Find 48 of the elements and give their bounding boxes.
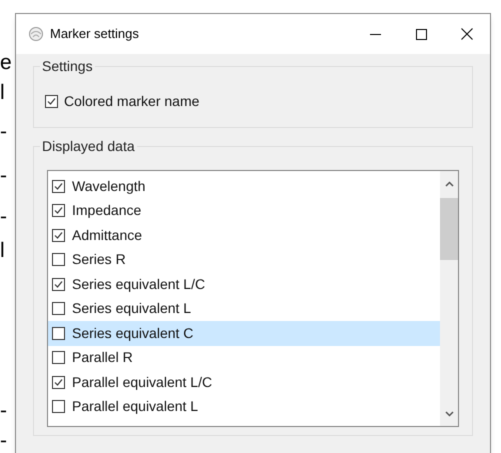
background-text: e	[0, 52, 12, 73]
list-item[interactable]: Series equivalent L	[48, 296, 440, 321]
background-text: l	[0, 82, 5, 103]
scrollbar[interactable]	[440, 171, 458, 426]
checkbox-label[interactable]: Colored marker name	[64, 91, 200, 112]
checked-checkbox[interactable]	[52, 180, 65, 193]
background-text: -	[0, 430, 7, 451]
background-text: l	[0, 240, 5, 261]
list-item[interactable]: Parallel equivalent L/C	[48, 370, 440, 394]
checked-checkbox[interactable]	[52, 278, 65, 291]
background-text: -	[0, 165, 7, 186]
checkbox[interactable]	[52, 326, 65, 340]
checkbox[interactable]	[52, 302, 65, 316]
list-item[interactable]: Parallel R	[48, 346, 440, 370]
window-title: Marker settings	[50, 25, 139, 44]
item-label: Series equivalent L/C	[72, 274, 206, 294]
item-label: Wavelength	[72, 176, 146, 196]
background-text: -	[0, 206, 7, 227]
scroll-down-icon[interactable]	[444, 411, 454, 417]
item-label: Parallel equivalent L	[72, 397, 198, 416]
item-label: Parallel equivalent L/C	[72, 372, 212, 392]
checkbox[interactable]	[52, 253, 65, 266]
checkbox[interactable]	[52, 400, 65, 414]
checked-checkbox[interactable]	[52, 204, 65, 218]
scroll-thumb[interactable]	[440, 198, 458, 260]
app-icon	[28, 26, 44, 42]
list-item[interactable]: Admittance	[48, 223, 440, 248]
background-text: -	[0, 121, 7, 142]
item-label: Parallel R	[72, 348, 133, 368]
item-label: Series R	[72, 250, 126, 270]
item-label: Series equivalent L	[72, 299, 192, 318]
item-label: Series equivalent C	[72, 324, 194, 343]
list-item[interactable]: Series equivalent C	[48, 321, 440, 346]
checked-checkbox[interactable]	[52, 376, 65, 389]
checkbox[interactable]	[52, 351, 65, 364]
list-item[interactable]: Wavelength	[48, 174, 440, 198]
list-item[interactable]: Impedance	[48, 198, 440, 223]
scroll-up-icon[interactable]	[444, 181, 454, 187]
list-item[interactable]: Parallel equivalent L	[48, 394, 440, 419]
item-label: Admittance	[72, 226, 142, 245]
checked-checkbox[interactable]	[45, 95, 58, 108]
maximize-icon	[416, 28, 426, 40]
list-item[interactable]: Series R	[48, 248, 440, 272]
list-item[interactable]: Series equivalent L/C	[48, 272, 440, 296]
background-text: -	[0, 400, 7, 421]
checked-checkbox[interactable]	[52, 228, 65, 242]
item-label: Impedance	[72, 201, 142, 220]
close-icon	[461, 28, 473, 40]
